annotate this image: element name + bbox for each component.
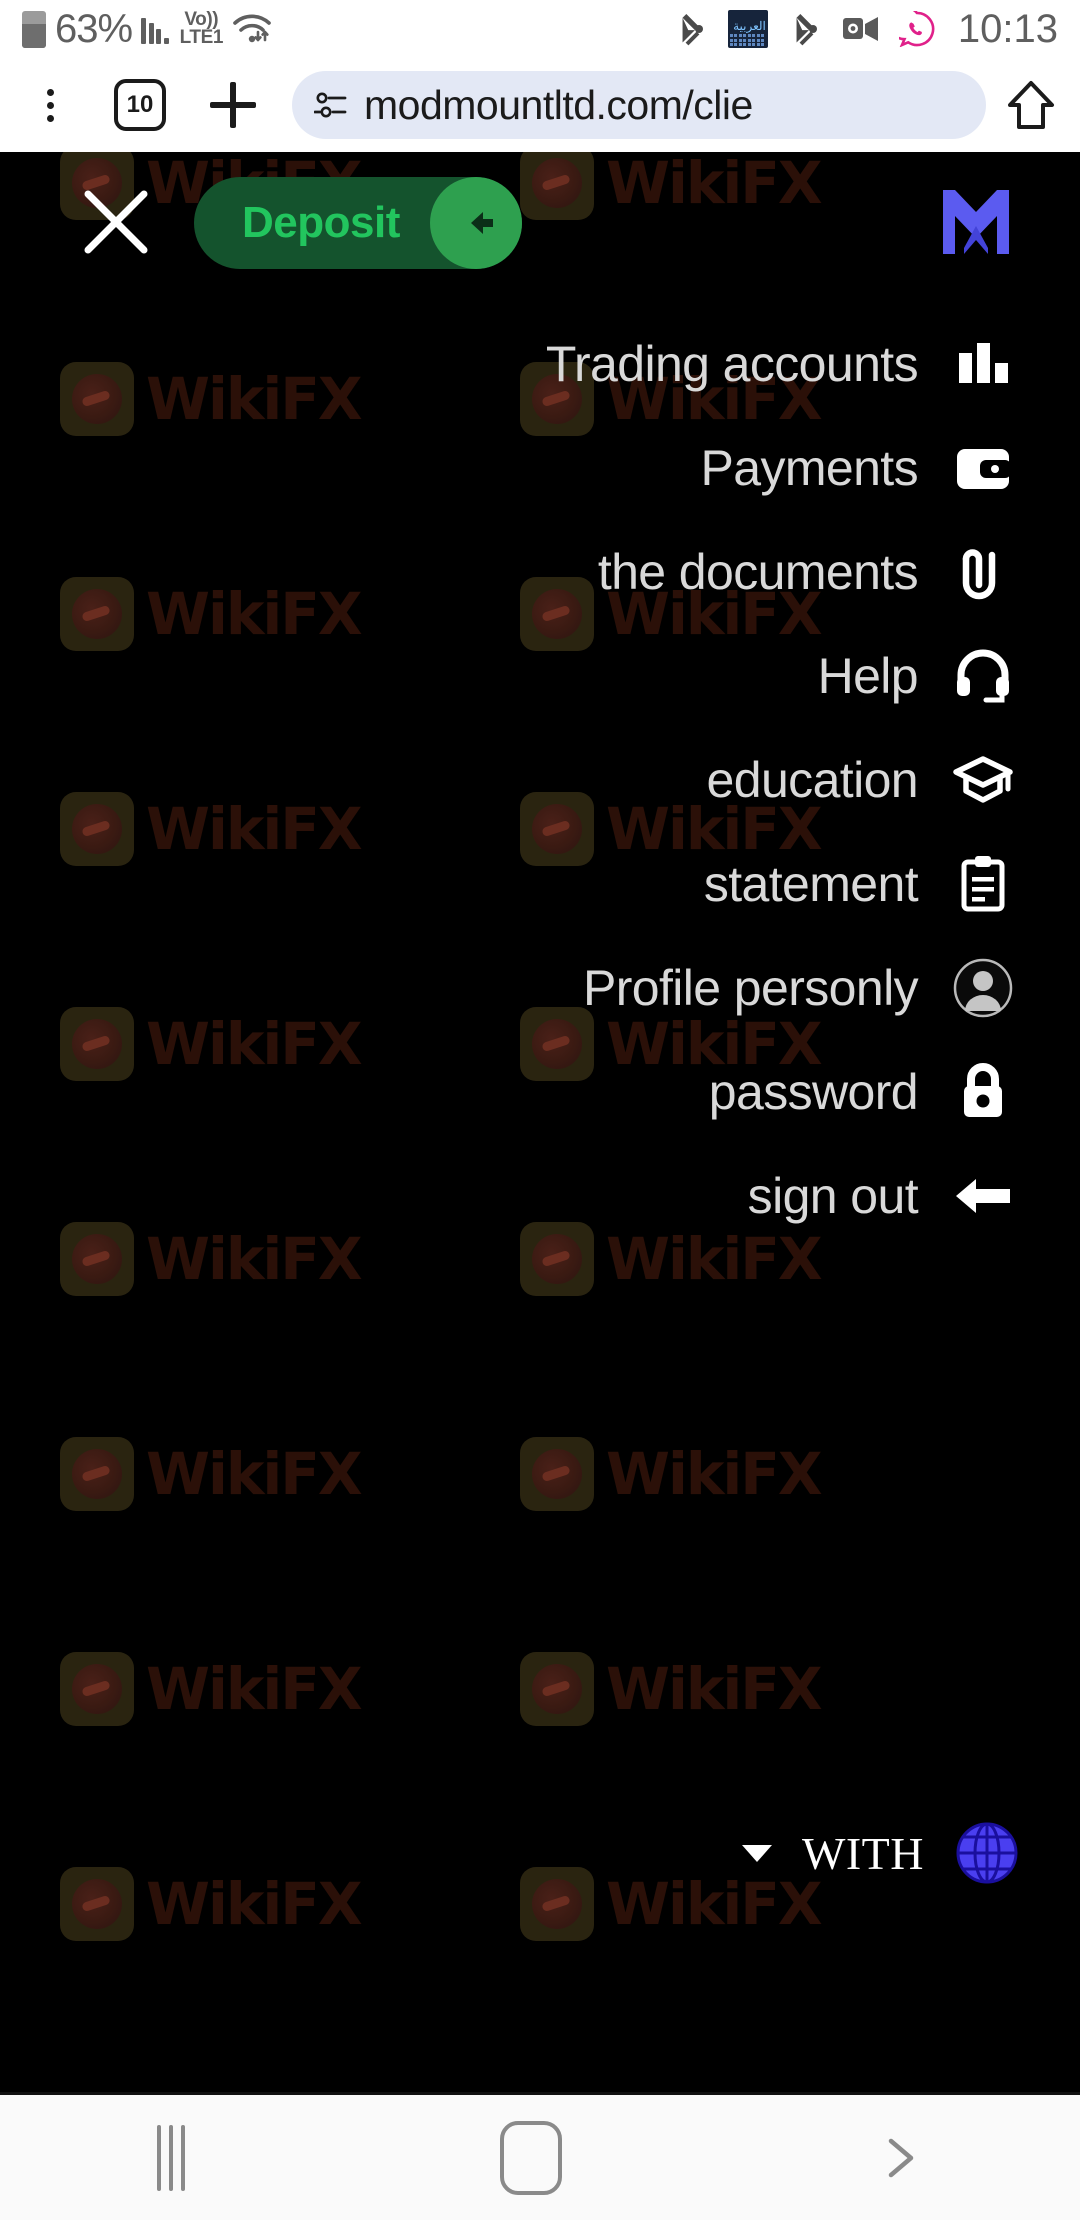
globe-icon bbox=[954, 1820, 1020, 1886]
volte-icon: Vo)) LTE1 bbox=[179, 11, 224, 48]
menu-item-label: Trading accounts bbox=[545, 336, 919, 392]
bar-chart-icon bbox=[952, 333, 1014, 395]
app-header: Deposit bbox=[0, 152, 1080, 292]
android-navigation-bar bbox=[0, 2092, 1080, 2220]
language-label: WITH bbox=[801, 1827, 924, 1879]
arrow-left-icon[interactable] bbox=[429, 177, 522, 269]
more-vertical-icon[interactable] bbox=[18, 88, 82, 122]
clock-label: 10:13 bbox=[957, 7, 1058, 51]
modmount-m-logo bbox=[938, 186, 1014, 258]
language-selector[interactable]: WITH bbox=[741, 1820, 1020, 1886]
arrow-left-solid-icon bbox=[952, 1165, 1014, 1227]
page-info-icon[interactable] bbox=[313, 90, 348, 120]
battery-icon bbox=[22, 10, 46, 48]
chevron-right-icon[interactable] bbox=[877, 2135, 923, 2181]
menu-item-label: education bbox=[706, 752, 919, 808]
graduation-cap-icon bbox=[952, 749, 1014, 811]
menu-item-sign-out[interactable]: sign out bbox=[0, 1144, 1080, 1248]
wallet-icon bbox=[952, 437, 1014, 499]
arabic-keyboard-icon: العربية bbox=[727, 10, 768, 48]
paperclip-icon bbox=[952, 541, 1014, 603]
recents-icon[interactable] bbox=[157, 2124, 186, 2191]
menu-item-education[interactable]: education bbox=[0, 728, 1080, 832]
url-bar[interactable]: modmountltd.com/clie bbox=[292, 71, 986, 139]
lock-icon bbox=[952, 1061, 1014, 1123]
plus-icon[interactable] bbox=[204, 76, 262, 134]
menu-item-label: sign out bbox=[747, 1168, 919, 1224]
watermark: WikiFX bbox=[60, 1437, 363, 1511]
nav-menu-list: Trading accounts Payments the documents … bbox=[0, 312, 1080, 1248]
menu-item-the-documents[interactable]: the documents bbox=[0, 520, 1080, 624]
headset-icon bbox=[952, 645, 1014, 707]
menu-item-label: Payments bbox=[700, 440, 918, 496]
deposit-button[interactable]: Deposit bbox=[194, 177, 522, 269]
menu-item-statement[interactable]: statement bbox=[0, 832, 1080, 936]
menu-item-trading-accounts[interactable]: Trading accounts bbox=[0, 312, 1080, 416]
outlook-meeting-icon bbox=[842, 10, 880, 48]
close-icon[interactable] bbox=[82, 188, 150, 256]
kucoin-icon bbox=[786, 10, 824, 48]
kucoin-icon bbox=[672, 10, 710, 48]
menu-item-help[interactable]: Help bbox=[0, 624, 1080, 728]
menu-item-label: Profile personly bbox=[582, 960, 919, 1016]
deposit-label: Deposit bbox=[242, 198, 400, 247]
volte-bottom-label: LTE1 bbox=[179, 27, 224, 48]
watermark: WikiFX bbox=[520, 1652, 823, 1726]
menu-item-profile-personly[interactable]: Profile personly bbox=[0, 936, 1080, 1040]
status-bar: 63% Vo)) LTE1 العربية 10:13 bbox=[0, 0, 1080, 58]
home-square-icon[interactable] bbox=[499, 2120, 562, 2195]
whatsapp-icon bbox=[898, 10, 936, 48]
status-bar-right: العربية 10:13 bbox=[672, 9, 1058, 49]
watermark: WikiFX bbox=[60, 1652, 363, 1726]
user-avatar-icon bbox=[952, 957, 1014, 1019]
clipboard-icon bbox=[952, 853, 1014, 915]
browser-toolbar: 10 modmountltd.com/clie bbox=[0, 58, 1080, 152]
menu-item-label: password bbox=[708, 1064, 919, 1120]
watermark: WikiFX bbox=[60, 1867, 363, 1941]
menu-item-label: the documents bbox=[597, 544, 919, 600]
app-menu-overlay: WikiFX WikiFX WikiFX WikiFX WikiFX WikiF… bbox=[0, 152, 1080, 2092]
wifi-icon bbox=[232, 12, 272, 46]
menu-item-password[interactable]: password bbox=[0, 1040, 1080, 1144]
tab-count-button[interactable]: 10 bbox=[114, 79, 166, 131]
signal-bars-icon bbox=[141, 14, 169, 44]
menu-item-label: Help bbox=[817, 648, 919, 704]
status-bar-left: 63% Vo)) LTE1 bbox=[22, 9, 272, 49]
menu-item-payments[interactable]: Payments bbox=[0, 416, 1080, 520]
phone-screen: 63% Vo)) LTE1 العربية 10:13 10 modmountl… bbox=[0, 0, 1080, 2220]
menu-item-label: statement bbox=[703, 856, 919, 912]
url-text[interactable]: modmountltd.com/clie bbox=[364, 82, 753, 129]
chevron-down-icon[interactable] bbox=[741, 1844, 772, 1862]
battery-percent-label: 63% bbox=[55, 7, 133, 51]
home-icon[interactable] bbox=[1000, 74, 1062, 136]
watermark: WikiFX bbox=[520, 1437, 823, 1511]
